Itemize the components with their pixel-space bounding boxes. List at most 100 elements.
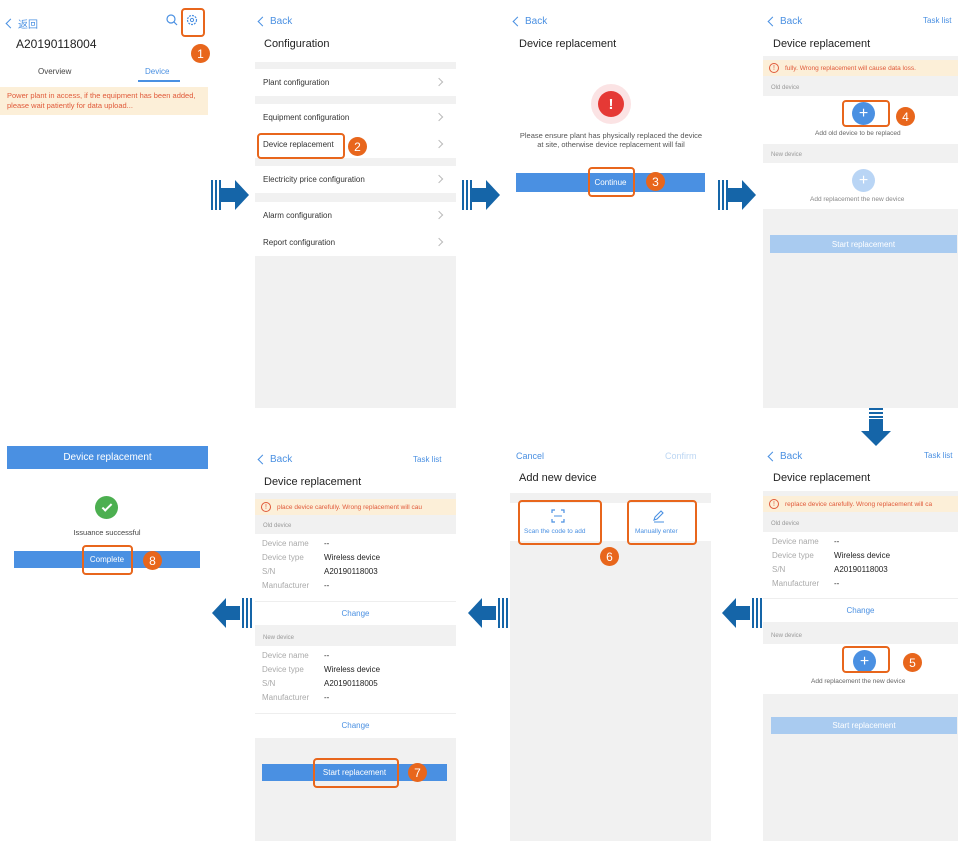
check-mark [101,500,112,512]
highlight-continue [588,167,635,197]
arrow-bars [752,598,762,628]
screen-device-list: 返回 A20190118004 Overview Device Power pl… [0,0,208,120]
back-button[interactable]: 返回 [5,16,38,31]
step-badge-1: 1 [191,44,210,63]
cancel-button[interactable]: Cancel [516,451,544,461]
step-badge-6: 6 [600,547,619,566]
tab-overview[interactable]: Overview [38,67,71,76]
step-badge-8: 8 [143,551,162,570]
start-replacement-button[interactable]: Start replacement [771,717,957,734]
step-badge-3: 3 [646,172,665,191]
warning-icon: ! [769,63,779,73]
change-new-device-button[interactable]: Change [255,713,456,737]
page-title: Device replacement [773,38,871,50]
step-badge-5: 5 [903,653,922,672]
chevron-right-icon [434,174,444,184]
old-device-sn: S/N A20190118003 [262,567,378,576]
step-badge-7: 7 [408,763,427,782]
success-check-icon [95,496,118,519]
page-title: Device replacement [264,476,362,488]
chevron-left-icon [257,454,268,465]
menu-item-plant-configuration[interactable]: Plant configuration [255,69,456,96]
highlight-device-replacement [257,133,345,159]
arrow-down-icon [861,419,891,446]
confirm-button[interactable]: Confirm [665,451,697,461]
chevron-right-icon [434,237,444,247]
old-device-type: Device type Wireless device [262,553,381,562]
chevron-right-icon [434,139,444,149]
old-device-type: Device type Wireless device [772,551,891,560]
screen-replacement-empty: Back Task list Device replacement ! fully… [763,0,958,408]
menu-item-electricity-price[interactable]: Electricity price configuration [255,166,456,193]
flow-arrow-left-3 [212,598,252,628]
screen-configuration: Back Configuration Plant configuration E… [255,0,456,408]
step-badge-2: 2 [348,137,367,156]
arrow-bars [462,180,472,210]
chevron-right-icon [434,77,444,87]
menu-item-equipment-configuration[interactable]: Equipment configuration [255,104,456,131]
arrow-bars [211,180,221,210]
flow-arrow-left-2 [468,598,508,628]
add-new-device-caption: Add replacement the new device [810,196,905,203]
alert-icon-inner: ! [598,91,624,117]
notice-message: Please ensure plant has physically repla… [519,131,703,150]
change-old-device-button[interactable]: Change [255,601,456,625]
back-button[interactable]: Back [257,454,292,465]
task-list-link[interactable]: Task list [924,451,952,460]
page-title: Device replacement [519,38,617,50]
tab-device[interactable]: Device [145,67,169,76]
chevron-left-icon [512,16,523,27]
header-bg [255,0,456,62]
arrow-left-icon [468,598,496,628]
arrow-right-icon [221,180,249,210]
new-device-name: Device name -- [262,651,330,660]
device-id: A20190118004 [16,37,97,51]
warning-banner: ! place device carefully. Wrong replaceme… [255,499,456,515]
old-device-name: Device name -- [772,537,840,546]
chevron-left-icon [5,18,16,29]
page-title: Configuration [264,38,330,50]
new-device-label: New device [263,635,295,641]
task-list-link[interactable]: Task list [923,16,951,25]
highlight-start-replacement [313,758,399,788]
old-device-sn: S/N A20190118003 [772,565,888,574]
arrow-bars [242,598,252,628]
chevron-left-icon [767,451,778,462]
tab-underline [138,80,180,82]
arrow-left-icon [212,598,240,628]
back-button[interactable]: Back [257,16,292,27]
menu-item-alarm-configuration[interactable]: Alarm configuration [255,202,456,229]
highlight-manual [627,500,697,545]
warning-banner: ! fully. Wrong replacement will cause dat… [763,60,958,76]
chevron-right-icon [434,112,444,122]
back-button[interactable]: Back [767,451,802,462]
back-button[interactable]: Back [512,16,547,27]
warning-icon: ! [769,499,779,509]
new-device-sn: S/N A20190118005 [262,679,378,688]
flow-arrow-left-1 [722,598,762,628]
header-bg [510,435,711,493]
arrow-right-icon [472,180,500,210]
arrow-bar-3 [869,416,883,418]
menu-item-report-configuration[interactable]: Report configuration [255,229,456,256]
start-replacement-button[interactable]: Start replacement [770,235,957,253]
task-list-link[interactable]: Task list [413,455,441,464]
highlight-scan [518,500,602,545]
success-header: Device replacement [7,446,208,469]
chevron-left-icon [767,16,778,27]
change-old-device-button[interactable]: Change [763,598,958,622]
arrow-bars [498,598,508,628]
alert-icon: ! [591,84,631,124]
back-button[interactable]: Back [767,16,802,27]
highlight-gear [181,8,205,37]
warning-banner: ! replace device carefully. Wrong replace… [763,496,958,512]
highlight-add-old [842,100,890,127]
add-new-device-button[interactable]: + [852,169,875,192]
highlight-add-new [842,646,890,673]
old-device-label: Old device [771,85,800,91]
chevron-right-icon [434,210,444,220]
search-icon[interactable] [166,14,178,26]
arrow-bar-1 [869,408,883,410]
old-device-manufacturer: Manufacturer -- [772,579,840,588]
new-device-label: New device [771,152,803,158]
